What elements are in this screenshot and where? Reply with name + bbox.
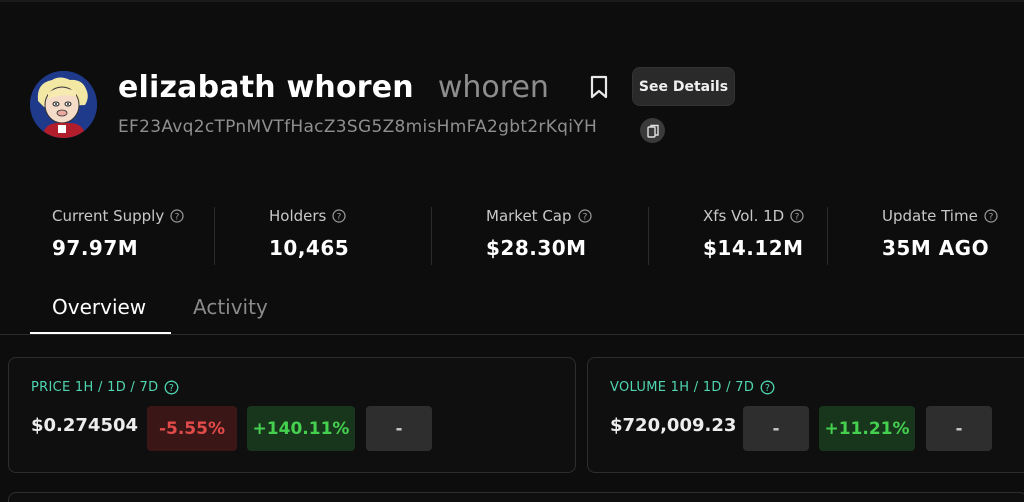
svg-text:?: ? (175, 213, 180, 223)
price-card-title: PRICE 1H / 1D / 7D (31, 380, 159, 395)
price-change-1d: +140.11% (247, 406, 355, 451)
top-divider (0, 0, 1024, 2)
price-card: PRICE 1H / 1D / 7D ? $0.274504 -5.55% +1… (8, 357, 576, 473)
help-icon[interactable]: ? (984, 209, 998, 223)
volume-change-1d: +11.21% (819, 406, 915, 451)
price-change-7d: - (366, 406, 432, 451)
stat-label: Update Time (882, 207, 978, 225)
help-icon[interactable]: ? (577, 209, 592, 223)
volume-card-title: VOLUME 1H / 1D / 7D (610, 380, 755, 395)
stat-market-cap: Market Cap ? $28.30M (486, 207, 592, 265)
stat-divider (827, 207, 828, 265)
help-icon[interactable]: ? (790, 209, 804, 223)
token-title-row: elizabath whoren whoren (118, 66, 549, 108)
help-icon[interactable]: ? (760, 380, 775, 395)
tab-overview[interactable]: Overview (52, 295, 146, 319)
stat-divider (648, 207, 649, 265)
stat-label: Market Cap (486, 207, 572, 225)
svg-text:?: ? (169, 383, 174, 394)
token-symbol: whoren (437, 69, 549, 105)
stat-value: 97.97M (52, 236, 139, 260)
volume-value: $720,009.23 (610, 415, 737, 436)
stat-divider (431, 207, 432, 265)
help-icon[interactable]: ? (332, 209, 346, 223)
stat-value: $14.12M (703, 236, 804, 260)
see-details-button[interactable]: See Details (632, 67, 735, 106)
tab-activity[interactable]: Activity (193, 295, 268, 319)
svg-text:?: ? (988, 213, 993, 223)
stat-divider (214, 207, 215, 265)
volume-change-1h: - (743, 406, 809, 451)
svg-text:?: ? (337, 213, 342, 223)
help-icon[interactable]: ? (164, 380, 179, 395)
bookmark-button[interactable] (586, 73, 612, 101)
volume-card: VOLUME 1H / 1D / 7D ? $720,009.23 - +11.… (587, 357, 1024, 473)
stat-xfs-volume: Xfs Vol. 1D ? $14.12M (703, 207, 804, 265)
token-address: EF23Avq2cTPnMVTfHacZ3SG5Z8misHmFA2gbt2rK… (118, 117, 598, 137)
stat-value: $28.30M (486, 236, 587, 260)
token-name: elizabath whoren (118, 69, 414, 105)
svg-text:?: ? (795, 213, 800, 223)
stat-current-supply: Current Supply ? 97.97M (52, 207, 184, 265)
token-avatar (30, 71, 97, 138)
stat-value: 10,465 (269, 236, 350, 260)
price-value: $0.274504 (31, 415, 139, 436)
svg-text:?: ? (765, 383, 770, 394)
stat-label: Holders (269, 207, 327, 225)
stat-label: Xfs Vol. 1D (703, 207, 785, 225)
help-icon[interactable]: ? (170, 209, 184, 223)
stat-value: 35M AGO (882, 236, 990, 260)
stat-update-time: Update Time ? 35M AGO (882, 207, 998, 265)
tabs-divider (0, 334, 1024, 335)
svg-text:?: ? (582, 213, 587, 223)
stat-holders: Holders ? 10,465 (269, 207, 349, 265)
bookmark-icon (590, 75, 608, 99)
stat-label: Current Supply (52, 207, 165, 225)
copy-address-button[interactable] (640, 118, 665, 143)
next-card (8, 492, 1024, 502)
volume-change-7d: - (926, 406, 992, 451)
copy-icon (646, 124, 659, 138)
price-change-1h: -5.55% (147, 406, 237, 451)
